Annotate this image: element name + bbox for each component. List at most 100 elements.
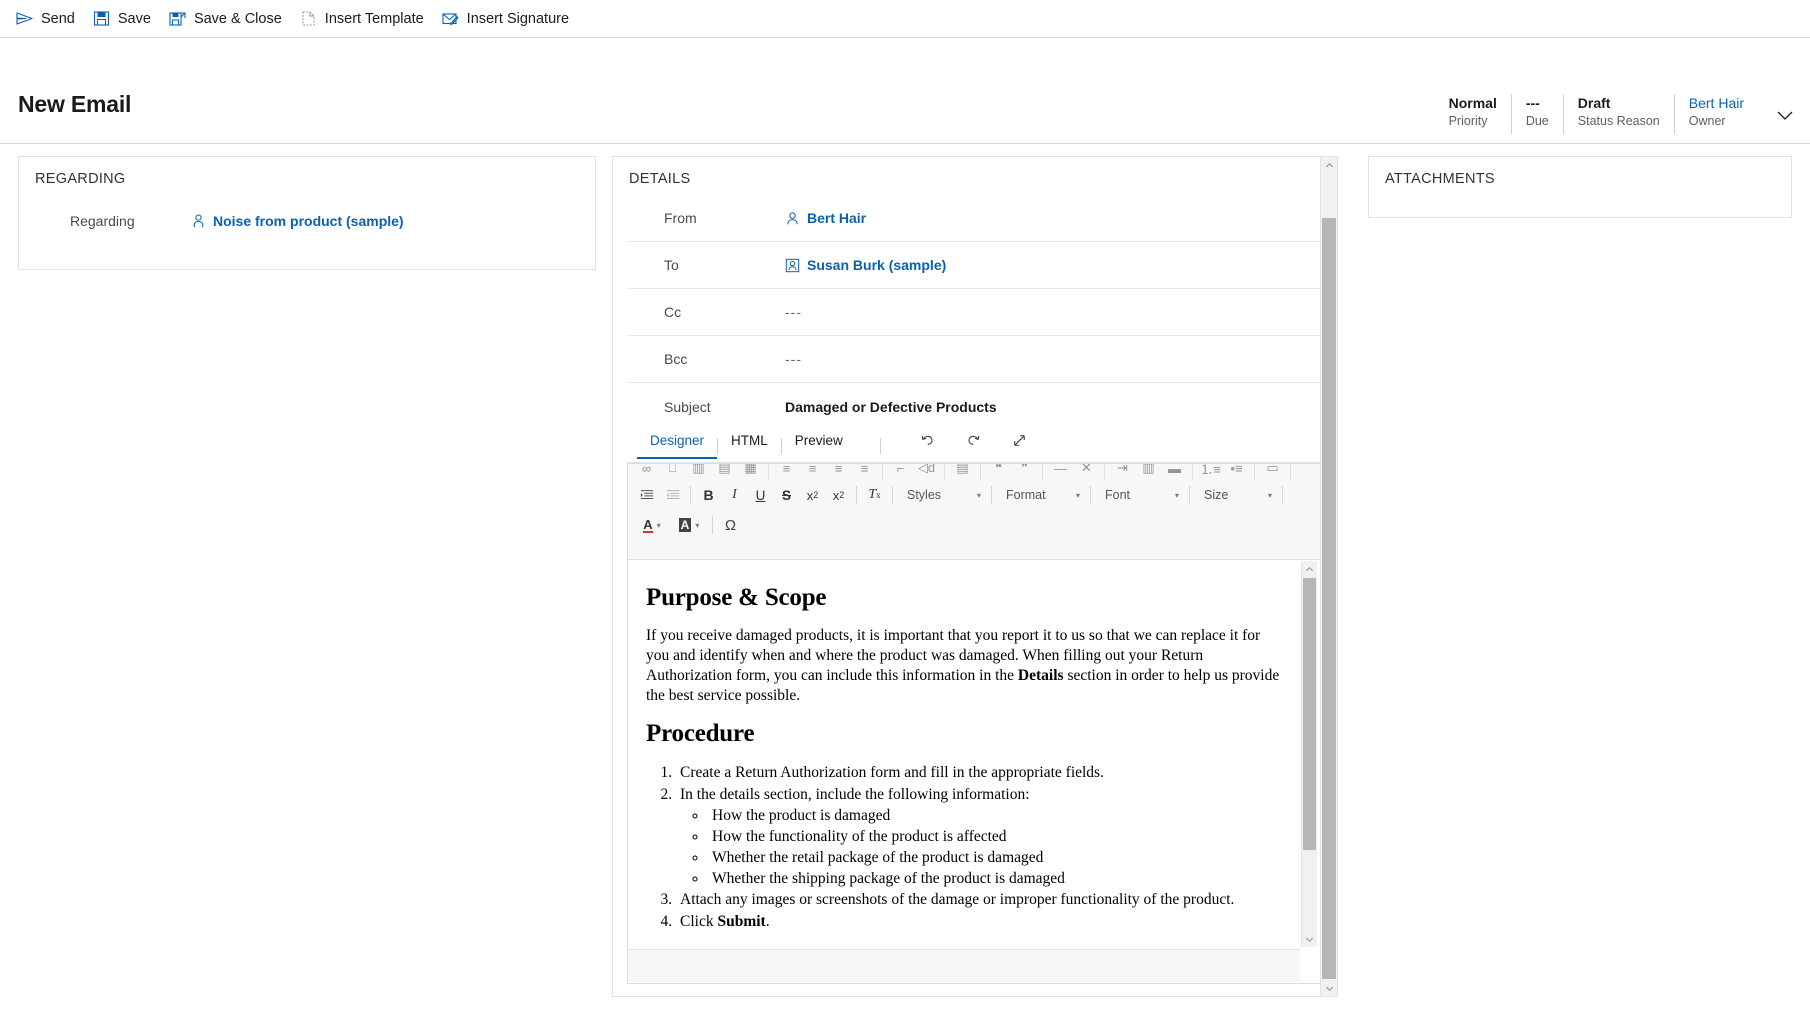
regarding-section: REGARDING Regarding Noise from product (… xyxy=(18,156,596,270)
quote-left-icon[interactable]: ❝ xyxy=(986,464,1011,480)
decrease-indent-icon[interactable] xyxy=(660,483,685,507)
bulleted-list-icon[interactable]: •≡ xyxy=(1224,464,1249,480)
editor-tab-strip: Designer HTML Preview xyxy=(627,429,1324,463)
rte-sep-m3 xyxy=(892,486,893,504)
expand-editor-button[interactable] xyxy=(997,430,1043,456)
indent-icon[interactable]: ⇥ xyxy=(1110,464,1135,480)
scroll-up-arrow-icon[interactable] xyxy=(1321,157,1337,173)
remove-formatting-icon[interactable]: Tx xyxy=(862,483,887,507)
regarding-field-value[interactable]: Noise from product (sample) xyxy=(191,213,404,229)
increase-indent-icon[interactable] xyxy=(634,483,659,507)
undo-icon xyxy=(918,431,937,455)
editor-tab-preview[interactable]: Preview xyxy=(782,432,856,459)
rte-sep-m7 xyxy=(1282,486,1283,504)
details-panel-scroll-thumb[interactable] xyxy=(1322,218,1336,979)
align-justify-icon[interactable]: ≡ xyxy=(852,464,877,480)
body-paragraph-1-bold: Details xyxy=(1018,667,1064,684)
scroll-down-arrow-icon[interactable] xyxy=(1302,931,1317,947)
scroll-down-arrow-icon[interactable] xyxy=(1321,980,1337,996)
italic-icon[interactable]: I xyxy=(722,483,747,507)
align-left-icon[interactable]: ≡ xyxy=(774,464,799,480)
bcc-field-value[interactable]: --- xyxy=(785,351,802,367)
quote-right-icon[interactable]: ❞ xyxy=(1012,464,1037,480)
subject-field-value[interactable]: Damaged or Defective Products xyxy=(785,399,997,415)
insert-signature-label: Insert Signature xyxy=(467,11,569,27)
rte-sep-t9 xyxy=(1290,464,1291,480)
list-item: How the product is damaged xyxy=(708,805,1283,826)
underline-icon[interactable]: U xyxy=(748,483,773,507)
header-field-owner[interactable]: Bert Hair Owner xyxy=(1674,94,1758,134)
list-item: Create a Return Authorization form and f… xyxy=(676,762,1283,784)
subscript-icon[interactable]: x2 xyxy=(800,483,825,507)
insert-template-button[interactable]: Insert Template xyxy=(296,0,438,38)
send-button[interactable]: Send xyxy=(12,0,89,38)
special-character-icon[interactable]: Ω xyxy=(718,513,743,537)
bold-icon[interactable]: B xyxy=(696,483,721,507)
save-button[interactable]: Save xyxy=(89,0,165,38)
editor-tab-divider-3 xyxy=(880,438,881,454)
save-and-close-button[interactable]: Save & Close xyxy=(165,0,296,38)
rte-sep-b1 xyxy=(712,516,713,534)
grid-icon[interactable]: ▥ xyxy=(1136,464,1161,480)
due-label: Due xyxy=(1526,113,1549,130)
align-right-icon[interactable]: ≡ xyxy=(826,464,851,480)
regarding-field-label: Regarding xyxy=(33,213,191,229)
background-color-icon[interactable]: A ▾ xyxy=(671,513,707,537)
header-expand-button[interactable] xyxy=(1772,104,1798,130)
rte-sep-m6 xyxy=(1189,486,1190,504)
redo-button[interactable] xyxy=(951,430,997,456)
step-4-prefix: Click xyxy=(680,913,717,930)
owner-value[interactable]: Bert Hair xyxy=(1689,94,1744,112)
format-dropdown[interactable]: Format ▾ xyxy=(997,483,1085,507)
insert-signature-button[interactable]: Insert Signature xyxy=(438,0,583,38)
save-and-close-label: Save & Close xyxy=(194,11,282,27)
block-icon[interactable]: ▭ xyxy=(1260,464,1285,480)
email-body-content[interactable]: Purpose & Scope If you receive damaged p… xyxy=(628,560,1301,947)
table-icon[interactable]: ▦ xyxy=(738,464,763,480)
cc-field-value[interactable]: --- xyxy=(785,304,802,320)
link-icon[interactable]: ∞ xyxy=(634,464,659,480)
styles-dropdown[interactable]: Styles ▾ xyxy=(898,483,986,507)
anchor-icon[interactable]: ⌐ xyxy=(888,464,913,480)
text-color-icon[interactable]: A ▾ xyxy=(634,513,670,537)
editor-content-scrollbar[interactable] xyxy=(1301,561,1317,947)
email-body-editor: Designer HTML Preview xyxy=(627,429,1324,984)
from-field-value[interactable]: Bert Hair xyxy=(785,210,866,226)
flash-icon[interactable]: ▤ xyxy=(712,464,737,480)
unlink-icon[interactable]: ⎕ xyxy=(660,464,685,480)
rte-toolbar: ∞ ⎕ ▥ ▤ ▦ ≡ ≡ ≡ ≡ ⌐ ◁d ▤ xyxy=(628,464,1323,560)
source-icon[interactable]: ◁d xyxy=(914,464,939,480)
font-dropdown[interactable]: Font ▾ xyxy=(1096,483,1184,507)
rte-toolbar-row-bottom: A ▾ A ▾ Ω xyxy=(634,510,1317,540)
attachments-section-title: ATTACHMENTS xyxy=(1369,157,1791,187)
page-break-icon[interactable]: ▤ xyxy=(950,464,975,480)
form-header: New Email Email Normal Priority --- Due … xyxy=(0,38,1810,144)
editor-content-scroll-thumb[interactable] xyxy=(1303,578,1316,850)
numbered-list-icon[interactable]: ⒈≡ xyxy=(1198,464,1223,480)
body-heading-additional-comments: Additional Comments xyxy=(646,946,1283,947)
horizontal-rule-icon[interactable]: — xyxy=(1048,464,1073,480)
rte-toolbar-row-main: B I U S x2 x2 Tx Styles ▾ xyxy=(634,480,1317,510)
to-field-value[interactable]: Susan Burk (sample) xyxy=(785,257,946,273)
editor-tab-html[interactable]: HTML xyxy=(718,432,781,459)
details-section-title: DETAILS xyxy=(613,157,1337,187)
chevron-down-icon: ▾ xyxy=(977,491,981,500)
remove-format-icon[interactable]: ✕ xyxy=(1074,464,1099,480)
expand-diagonal-icon xyxy=(1010,431,1029,455)
header-field-due: --- Due xyxy=(1511,94,1563,134)
media-icon[interactable]: ▬ xyxy=(1162,464,1187,480)
align-center-icon[interactable]: ≡ xyxy=(800,464,825,480)
list-item: In the details section, include the foll… xyxy=(676,784,1283,890)
chevron-down-icon: ▾ xyxy=(1175,491,1179,500)
strikethrough-icon[interactable]: S xyxy=(774,483,799,507)
step-4-suffix: . xyxy=(766,913,770,930)
undo-button[interactable] xyxy=(905,430,951,456)
details-panel-scrollbar[interactable] xyxy=(1320,157,1337,996)
size-dropdown[interactable]: Size ▾ xyxy=(1195,483,1277,507)
image-icon[interactable]: ▥ xyxy=(686,464,711,480)
list-item: Whether the shipping package of the prod… xyxy=(708,868,1283,889)
editor-tab-designer[interactable]: Designer xyxy=(637,432,717,459)
field-row-regarding: Regarding Noise from product (sample) xyxy=(33,197,581,244)
superscript-icon[interactable]: x2 xyxy=(826,483,851,507)
scroll-up-arrow-icon[interactable] xyxy=(1302,561,1317,577)
